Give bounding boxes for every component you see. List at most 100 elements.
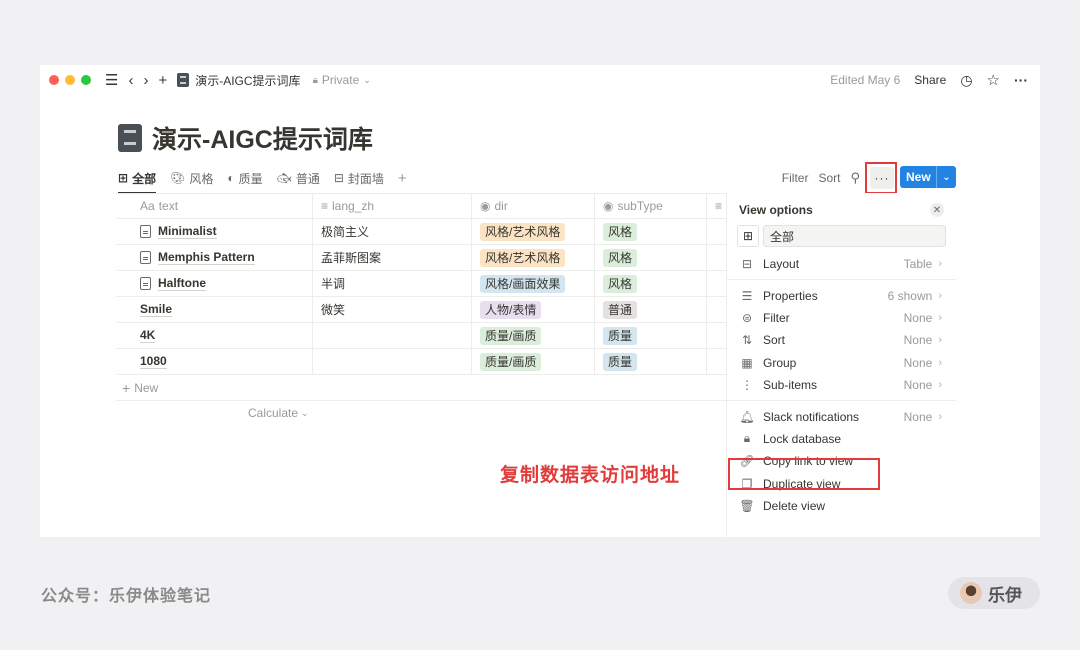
cell-text[interactable]: 4K xyxy=(116,323,313,348)
cell-dir[interactable]: 风格/画面效果 xyxy=(472,271,595,296)
sub-items-icon: ⋮ xyxy=(741,378,753,393)
select-tag[interactable]: 风格 xyxy=(603,248,638,267)
filter-button[interactable]: Filter xyxy=(782,171,809,185)
row-title[interactable]: Smile xyxy=(140,302,173,317)
page-title-text[interactable]: 演示-AIGC提示词库 xyxy=(152,120,373,156)
new-button[interactable]: New ⌄ xyxy=(900,166,956,188)
close-icon[interactable]: ✕ xyxy=(930,203,944,217)
select-tag[interactable]: 普通 xyxy=(603,300,638,319)
sidebar-menu-icon[interactable]: ☰ xyxy=(105,73,118,88)
cell-subtype[interactable]: 风格 xyxy=(595,271,707,296)
column-header-subtype[interactable]: ◉ subType xyxy=(595,194,707,218)
row-title[interactable]: Minimalist xyxy=(158,224,217,239)
cell-subtype[interactable]: 普通 xyxy=(595,297,707,322)
sort-button[interactable]: Sort xyxy=(818,171,840,185)
cell-text[interactable]: 1080 xyxy=(116,349,313,374)
cell-empty[interactable] xyxy=(707,219,726,244)
option-group[interactable]: ▦ Group None › xyxy=(727,352,956,374)
table-icon[interactable]: ⊞ xyxy=(737,225,759,247)
cell-empty[interactable] xyxy=(707,349,726,374)
cell-dir[interactable]: 质量/画质 xyxy=(472,323,595,348)
row-title[interactable]: 1080 xyxy=(140,354,167,369)
calculate-button[interactable]: Calculate ⌄ xyxy=(116,401,726,425)
select-tag[interactable]: 风格 xyxy=(603,274,638,293)
more-options-icon[interactable]: ··· xyxy=(1014,72,1028,88)
add-row-button[interactable]: + New xyxy=(116,375,726,401)
maximize-window-dot[interactable] xyxy=(81,75,91,85)
cell-empty[interactable] xyxy=(707,297,726,322)
cell-lang-zh[interactable]: 微笑 xyxy=(313,297,472,322)
cell-lang-zh[interactable]: 孟菲斯图案 xyxy=(313,245,472,270)
new-button-label[interactable]: New xyxy=(900,170,936,184)
add-view-icon[interactable]: + xyxy=(398,170,407,187)
cell-empty[interactable] xyxy=(707,245,726,270)
cell-text[interactable]: Smile xyxy=(116,297,313,322)
table-row[interactable]: Memphis Pattern 孟菲斯图案 风格/艺术风格 风格 xyxy=(116,245,726,271)
favorite-star-icon[interactable]: ☆ xyxy=(987,71,1000,89)
cell-text[interactable]: Minimalist xyxy=(116,219,313,244)
layout-option[interactable]: ⊟ Layout Table › xyxy=(727,253,956,275)
cell-subtype[interactable]: 质量 xyxy=(595,349,707,374)
cell-text[interactable]: Halftone xyxy=(116,271,313,296)
column-header-more[interactable]: ≡ xyxy=(707,194,726,218)
cell-lang-zh[interactable] xyxy=(313,349,472,374)
cell-empty[interactable] xyxy=(707,323,726,348)
select-tag[interactable]: 风格/艺术风格 xyxy=(480,248,566,267)
select-tag[interactable]: 质量 xyxy=(603,326,638,345)
option-properties[interactable]: ☰ Properties 6 shown › xyxy=(727,284,956,306)
breadcrumb[interactable]: 演示-AIGC提示词库 xyxy=(177,72,301,89)
privacy-dropdown[interactable]: 🔒︎ Private ⌄ xyxy=(313,73,371,87)
column-header-lang-zh[interactable]: ≡ lang_zh xyxy=(313,194,472,218)
table-row[interactable]: Halftone 半调 风格/画面效果 风格 xyxy=(116,271,726,297)
option-lock-database[interactable]: 🔒︎ Lock database xyxy=(727,428,956,450)
table-row[interactable]: 1080 质量/画质 质量 xyxy=(116,349,726,375)
history-icon[interactable]: ◷ xyxy=(960,72,972,89)
cell-lang-zh[interactable] xyxy=(313,323,472,348)
table-row[interactable]: Smile 微笑 人物/表情 普通 xyxy=(116,297,726,323)
select-tag[interactable]: 质量/画质 xyxy=(480,326,542,345)
cell-lang-zh[interactable]: 极简主义 xyxy=(313,219,472,244)
option-sort[interactable]: ⇅ Sort None › xyxy=(727,329,956,351)
column-header-dir[interactable]: ◉ dir xyxy=(472,194,595,218)
cell-subtype[interactable]: 风格 xyxy=(595,245,707,270)
select-tag[interactable]: 质量/画质 xyxy=(480,352,542,371)
select-tag[interactable]: 质量 xyxy=(603,352,638,371)
option-slack-notifications[interactable]: 🔔︎ Slack notifications None › xyxy=(727,405,956,427)
forward-icon[interactable]: › xyxy=(143,73,148,88)
column-header-text[interactable]: Aa text xyxy=(116,194,313,218)
option-delete-view[interactable]: 🗑︎ Delete view xyxy=(727,495,956,517)
tab-all[interactable]: ⊞ 全部 xyxy=(118,165,157,194)
view-name-input[interactable]: 全部 xyxy=(763,225,946,247)
minimize-window-dot[interactable] xyxy=(65,75,75,85)
select-tag[interactable]: 人物/表情 xyxy=(480,300,542,319)
cell-subtype[interactable]: 风格 xyxy=(595,219,707,244)
row-title[interactable]: Memphis Pattern xyxy=(158,250,255,265)
cell-subtype[interactable]: 质量 xyxy=(595,323,707,348)
cell-dir[interactable]: 质量/画质 xyxy=(472,349,595,374)
tab-quality[interactable]: ◐ 质量 xyxy=(227,165,262,191)
tab-normal[interactable]: 🐟︎ 普通 xyxy=(277,165,320,191)
option-sub-items[interactable]: ⋮ Sub-items None › xyxy=(727,374,956,396)
tab-gallery[interactable]: ⊟ 封面墙 xyxy=(334,165,384,191)
cell-dir[interactable]: 风格/艺术风格 xyxy=(472,245,595,270)
row-title[interactable]: 4K xyxy=(140,328,156,343)
cell-dir[interactable]: 人物/表情 xyxy=(472,297,595,322)
share-button[interactable]: Share xyxy=(914,73,946,87)
select-tag[interactable]: 风格/艺术风格 xyxy=(480,222,566,241)
option-filter[interactable]: ⊜ Filter None › xyxy=(727,307,956,329)
cell-dir[interactable]: 风格/艺术风格 xyxy=(472,219,595,244)
table-row[interactable]: 4K 质量/画质 质量 xyxy=(116,323,726,349)
cell-text[interactable]: Memphis Pattern xyxy=(116,245,313,270)
search-icon[interactable]: ⚲ xyxy=(850,170,860,186)
table-row[interactable]: Minimalist 极简主义 风格/艺术风格 风格 xyxy=(116,219,726,245)
select-tag[interactable]: 风格 xyxy=(603,222,638,241)
tab-style[interactable]: 🎨︎ 风格 xyxy=(170,165,213,191)
chevron-down-icon[interactable]: ⌄ xyxy=(936,166,956,188)
row-title[interactable]: Halftone xyxy=(158,276,206,291)
cell-empty[interactable] xyxy=(707,271,726,296)
new-page-icon[interactable]: + xyxy=(158,73,167,88)
back-icon[interactable]: ‹ xyxy=(128,73,133,88)
close-window-dot[interactable] xyxy=(49,75,59,85)
select-tag[interactable]: 风格/画面效果 xyxy=(480,274,566,293)
cell-lang-zh[interactable]: 半调 xyxy=(313,271,472,296)
